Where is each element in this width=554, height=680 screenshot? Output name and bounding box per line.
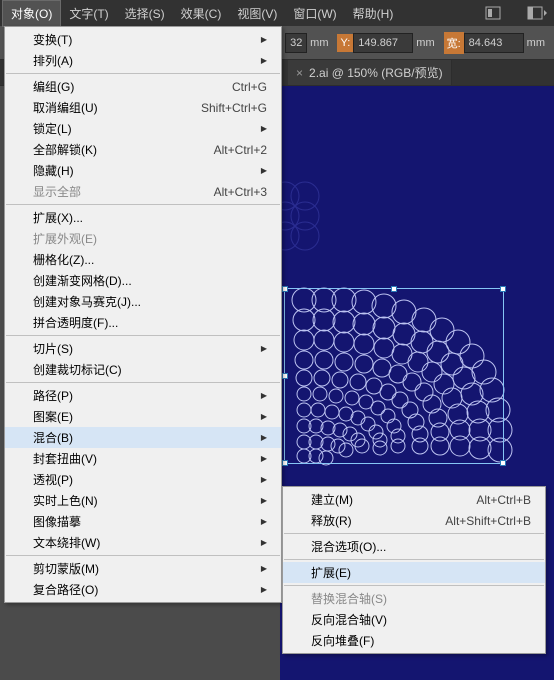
x-input[interactable] bbox=[285, 33, 307, 53]
y-unit: mm bbox=[413, 37, 437, 49]
submenu-replace-spine: 替换混合轴(S) bbox=[283, 588, 545, 609]
submenu-reverse-front[interactable]: 反向堆叠(F) bbox=[283, 630, 545, 651]
selection-box[interactable] bbox=[284, 288, 504, 464]
menu-gradient-mesh[interactable]: 创建渐变网格(D)... bbox=[5, 270, 281, 291]
menubar: 对象(O) 文字(T) 选择(S) 效果(C) 视图(V) 窗口(W) 帮助(H… bbox=[0, 0, 554, 26]
selection-handle[interactable] bbox=[282, 286, 288, 292]
menu-hide[interactable]: 隐藏(H) bbox=[5, 160, 281, 181]
menu-blend[interactable]: 混合(B) bbox=[5, 427, 281, 448]
doc-layout-icon[interactable] bbox=[480, 2, 506, 24]
menu-unlock-all[interactable]: 全部解锁(K)Alt+Ctrl+2 bbox=[5, 139, 281, 160]
menu-help[interactable]: 帮助(H) bbox=[345, 1, 402, 26]
menu-transform[interactable]: 变换(T) bbox=[5, 29, 281, 50]
menu-crop-marks[interactable]: 创建裁切标记(C) bbox=[5, 359, 281, 380]
submenu-expand[interactable]: 扩展(E) bbox=[283, 562, 545, 583]
menu-path[interactable]: 路径(P) bbox=[5, 385, 281, 406]
menu-object[interactable]: 对象(O) bbox=[2, 0, 61, 27]
menu-image-trace[interactable]: 图像描摹 bbox=[5, 511, 281, 532]
y-label: Y: bbox=[337, 34, 353, 52]
selection-handle[interactable] bbox=[500, 286, 506, 292]
menu-window[interactable]: 窗口(W) bbox=[285, 1, 344, 26]
menu-text-wrap[interactable]: 文本绕排(W) bbox=[5, 532, 281, 553]
menu-ungroup[interactable]: 取消编组(U)Shift+Ctrl+G bbox=[5, 97, 281, 118]
selection-handle[interactable] bbox=[500, 460, 506, 466]
menu-mosaic[interactable]: 创建对象马赛克(J)... bbox=[5, 291, 281, 312]
panel-layout-icon[interactable] bbox=[524, 2, 550, 24]
submenu-release[interactable]: 释放(R)Alt+Shift+Ctrl+B bbox=[283, 510, 545, 531]
menu-type[interactable]: 文字(T) bbox=[61, 1, 116, 26]
object-menu-dropdown: 变换(T) 排列(A) 编组(G)Ctrl+G 取消编组(U)Shift+Ctr… bbox=[4, 26, 282, 603]
menu-show-all: 显示全部Alt+Ctrl+3 bbox=[5, 181, 281, 202]
submenu-reverse-spine[interactable]: 反向混合轴(V) bbox=[283, 609, 545, 630]
selection-handle[interactable] bbox=[391, 286, 397, 292]
menu-envelope[interactable]: 封套扭曲(V) bbox=[5, 448, 281, 469]
menu-clipping-mask[interactable]: 剪切蒙版(M) bbox=[5, 558, 281, 579]
menu-pattern[interactable]: 图案(E) bbox=[5, 406, 281, 427]
menu-compound-path[interactable]: 复合路径(O) bbox=[5, 579, 281, 600]
selection-handle[interactable] bbox=[282, 460, 288, 466]
menu-slice[interactable]: 切片(S) bbox=[5, 338, 281, 359]
menu-arrange[interactable]: 排列(A) bbox=[5, 50, 281, 71]
menu-lock[interactable]: 锁定(L) bbox=[5, 118, 281, 139]
document-tab[interactable]: × 2.ai @ 150% (RGB/预览) bbox=[288, 60, 452, 85]
menu-live-paint[interactable]: 实时上色(N) bbox=[5, 490, 281, 511]
menu-flatten[interactable]: 拼合透明度(F)... bbox=[5, 312, 281, 333]
menu-expand-appearance: 扩展外观(E) bbox=[5, 228, 281, 249]
menu-perspective[interactable]: 透视(P) bbox=[5, 469, 281, 490]
menu-effect[interactable]: 效果(C) bbox=[173, 1, 230, 26]
menu-expand[interactable]: 扩展(X)... bbox=[5, 207, 281, 228]
menu-rasterize[interactable]: 栅格化(Z)... bbox=[5, 249, 281, 270]
submenu-blend-options[interactable]: 混合选项(O)... bbox=[283, 536, 545, 557]
close-tab-icon[interactable]: × bbox=[296, 66, 303, 80]
submenu-make[interactable]: 建立(M)Alt+Ctrl+B bbox=[283, 489, 545, 510]
w-input[interactable] bbox=[464, 33, 524, 53]
y-input[interactable] bbox=[353, 33, 413, 53]
blend-submenu: 建立(M)Alt+Ctrl+B 释放(R)Alt+Shift+Ctrl+B 混合… bbox=[282, 486, 546, 654]
menu-view[interactable]: 视图(V) bbox=[229, 1, 285, 26]
selection-handle[interactable] bbox=[282, 373, 288, 379]
x-unit: mm bbox=[307, 37, 331, 49]
menu-select[interactable]: 选择(S) bbox=[117, 1, 173, 26]
tab-title: 2.ai @ 150% (RGB/预览) bbox=[309, 64, 443, 81]
w-label: 宽: bbox=[444, 32, 464, 54]
w-unit: mm bbox=[524, 37, 548, 49]
menu-group[interactable]: 编组(G)Ctrl+G bbox=[5, 76, 281, 97]
